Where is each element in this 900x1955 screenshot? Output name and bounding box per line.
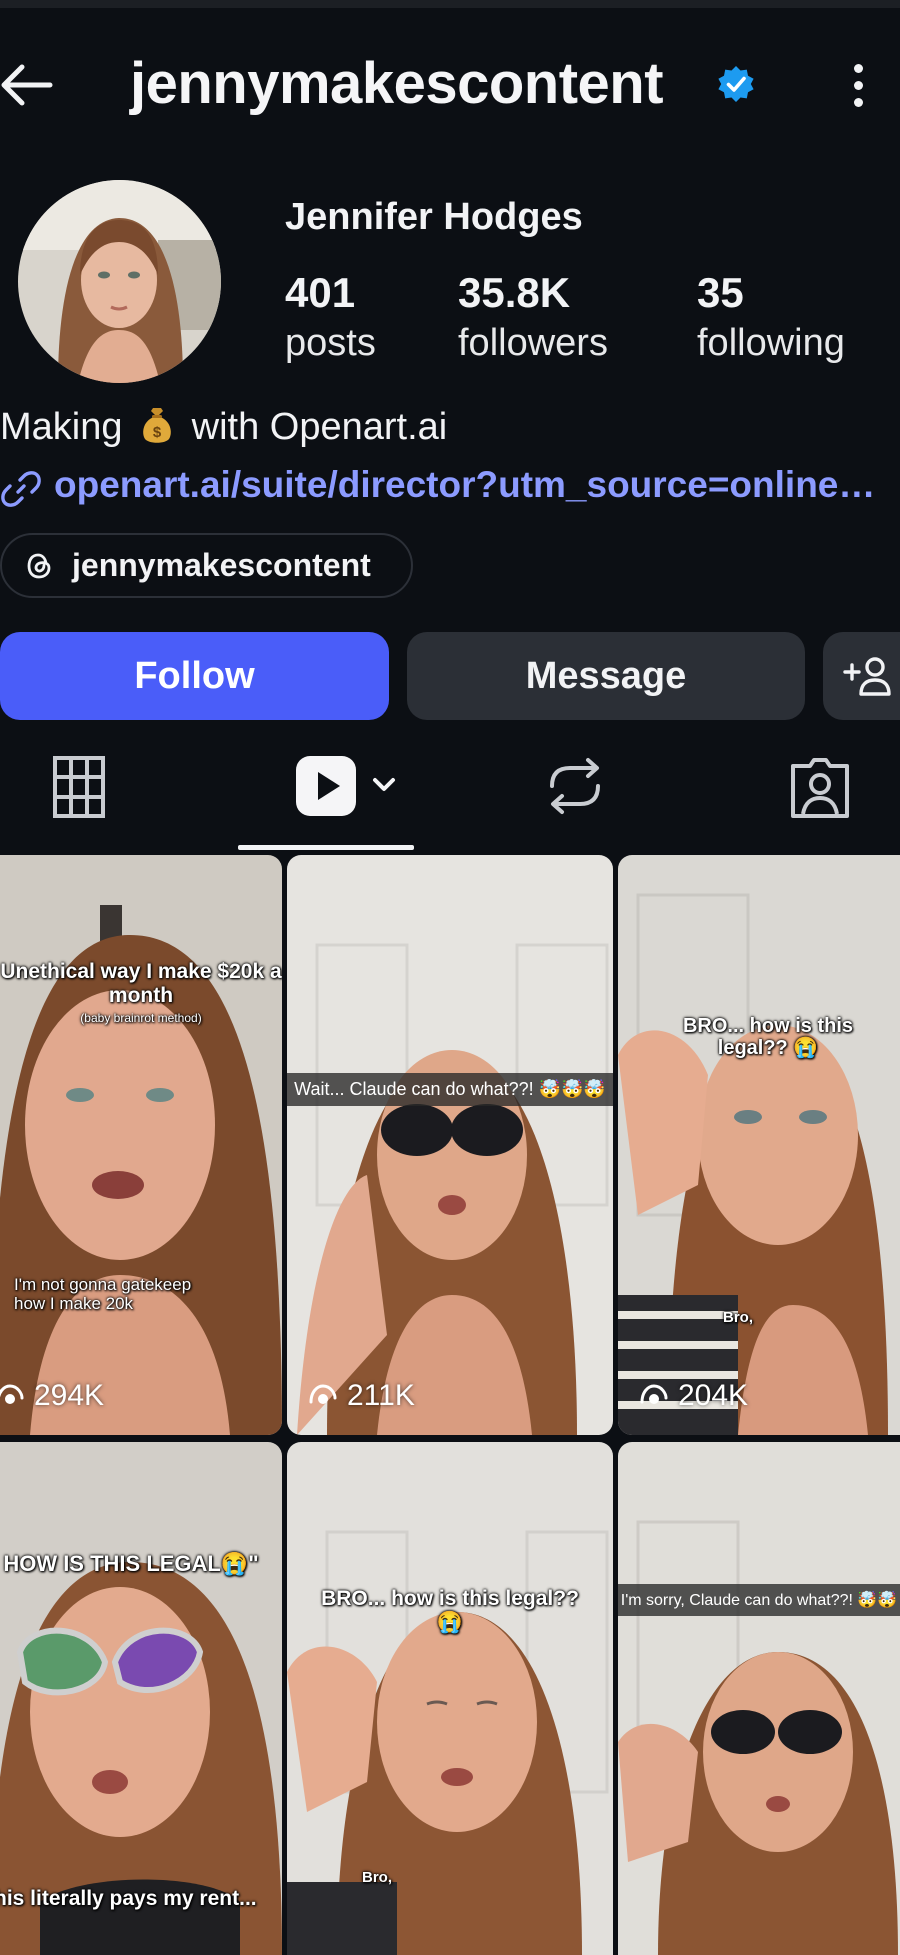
reel-tile[interactable]: HOW IS THIS LEGAL😭" his literally pays m… [0,1442,282,1955]
profile-username: jennymakescontent [130,51,664,116]
threads-icon [27,553,51,579]
tagged-icon [791,758,849,818]
tab-reposts[interactable] [520,740,630,852]
posts-label: posts [285,322,376,364]
play-views-icon [309,1384,337,1404]
message-button[interactable]: Message [407,632,805,720]
bio-suffix: with Openart.ai [191,406,448,448]
followers-label: followers [458,322,608,364]
profile-link-text[interactable]: openart.ai/suite/director?utm_source=onl… [54,464,875,506]
reel-view-count: 204K [638,1379,748,1413]
reel-banner: Wait... Claude can do what??! 🤯🤯🤯 [287,1073,613,1106]
threads-profile-chip[interactable]: jennymakescontent [0,533,413,598]
verified-badge-icon [718,66,754,102]
reel-tile[interactable]: I'm sorry, Claude can do what??! 🤯🤯 [618,1442,900,1955]
reel-caption: HOW IS THIS LEGAL😭" [3,1551,259,1576]
repost-icon [550,758,600,814]
profile-tabs [0,740,900,852]
grid-icon [53,756,105,818]
profile-header: jennymakescontent [0,40,900,130]
reel-views-value: 294K [34,1379,105,1412]
reel-caption: BRO... how is this legal?? 😭 [682,1015,853,1060]
posts-stat[interactable]: 401 posts [285,268,376,368]
reel-tile[interactable]: Unethical way I make $20k a month (baby … [0,855,282,1435]
tab-tagged[interactable] [770,740,870,852]
back-button[interactable] [0,62,60,108]
tab-reels[interactable] [270,740,410,852]
following-label: following [697,322,845,364]
status-bar-strip [0,0,900,8]
reel-overlay-text: his literally pays my rent... [0,1887,257,1910]
following-stat[interactable]: 35 following [697,268,845,368]
reel-view-count: 211K [307,1379,415,1413]
reel-caption: Unethical way I make $20k a month [0,960,282,1007]
posts-count: 401 [285,269,356,316]
tab-grid[interactable] [20,740,140,852]
reel-overlay-text: I'm not gonna gatekeep how I make 20k [14,1275,192,1314]
follow-button[interactable]: Follow [0,632,389,720]
active-tab-indicator [238,845,414,850]
following-count: 35 [697,269,744,316]
reel-overlay-text: Bro, [723,1309,753,1326]
play-views-icon [640,1384,668,1404]
reel-subcaption: (baby brainrot method) [80,1011,202,1025]
reel-views-value: 211K [347,1379,415,1412]
reels-icon [296,756,395,816]
svg-text:$: $ [153,424,162,441]
more-options-button[interactable] [838,60,878,110]
reel-overlay-text: Bro, [362,1869,392,1886]
play-views-icon [0,1384,24,1404]
suggested-users-button[interactable] [823,632,900,720]
profile-link[interactable]: openart.ai/suite/director?utm_source=onl… [0,462,900,512]
reel-views-value: 204K [678,1379,749,1412]
profile-display-name: Jennifer Hodges [285,196,583,238]
followers-count: 35.8K [458,269,571,316]
reel-tile[interactable]: BRO... how is this legal?? 😭 Bro, [287,1442,613,1955]
reel-tile[interactable]: Wait... Claude can do what??! 🤯🤯🤯 211K [287,855,613,1435]
reel-tile[interactable]: BRO... how is this legal?? 😭 Bro, 204K [618,855,900,1435]
profile-avatar[interactable] [18,180,221,383]
add-user-icon [843,657,891,696]
profile-bio: Making $ with Openart.ai [0,405,447,449]
reel-caption: BRO... how is this legal?? 😭 [321,1587,579,1634]
followers-stat[interactable]: 35.8K followers [458,268,608,368]
threads-handle: jennymakescontent [72,547,371,583]
bio-prefix: Making [0,406,123,448]
reels-grid: Unethical way I make $20k a month (baby … [0,855,900,1955]
arrow-left-icon [1,64,53,106]
reel-banner: I'm sorry, Claude can do what??! 🤯🤯 [618,1584,900,1616]
reel-view-count: 294K [0,1379,104,1413]
link-icon [1,471,41,507]
more-vertical-icon [853,63,863,73]
money-bag-emoji: $ [143,408,171,443]
